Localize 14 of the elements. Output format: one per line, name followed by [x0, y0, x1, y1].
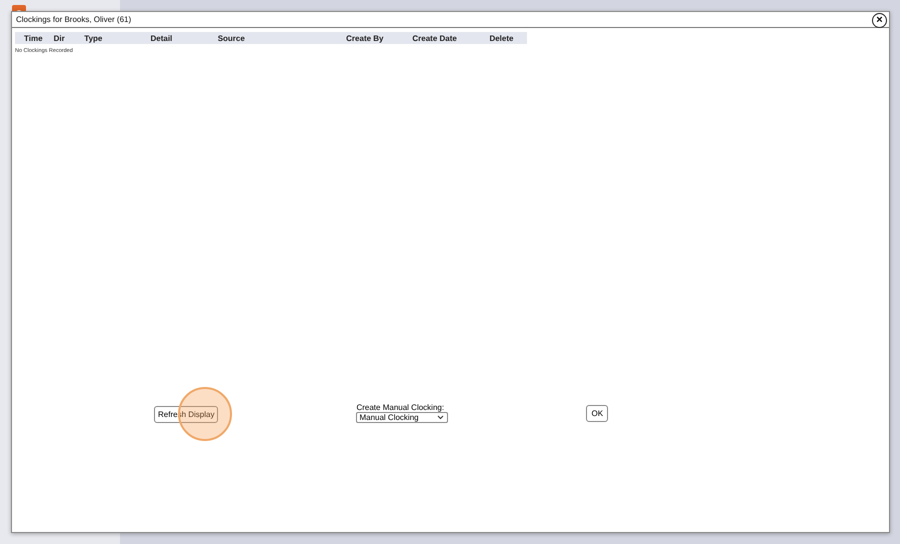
manual-clocking-label: Create Manual Clocking:	[356, 403, 446, 412]
column-header: Dir	[54, 34, 66, 42]
column-header: Create Date	[412, 34, 458, 42]
column-header: Detail	[150, 34, 174, 42]
column-header: Delete	[489, 34, 514, 42]
close-button[interactable]: ×	[872, 13, 887, 28]
caret-icon	[437, 415, 444, 420]
clocking-type-dropdown[interactable]: Manual Clocking	[356, 412, 448, 423]
column-header: Type	[84, 34, 104, 42]
dialog-title: Clockings for Brooks, Oliver (61)	[16, 15, 132, 24]
ok-button[interactable]: OK	[586, 404, 608, 422]
column-header: Time	[24, 34, 44, 42]
column-header: Create By	[346, 34, 385, 42]
column-header: Source	[218, 34, 246, 42]
